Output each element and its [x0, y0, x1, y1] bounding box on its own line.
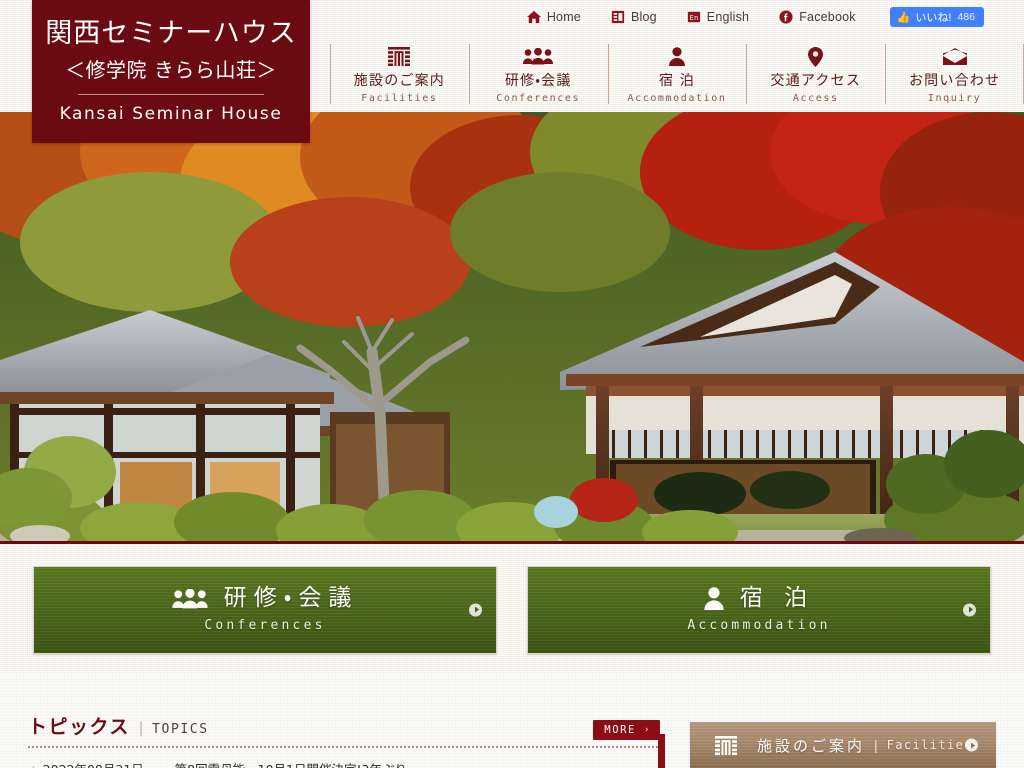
toplink-home-label: Home [546, 10, 581, 24]
nav-item-conferences-label-ja: 研修・会議 [504, 72, 572, 89]
facebook-icon [779, 10, 793, 24]
topic-date: 2022年08月31日 [43, 759, 175, 768]
building-icon [388, 47, 411, 67]
chevron-right-icon [963, 603, 976, 616]
facilities-banner-separator: | [874, 737, 878, 753]
nav-item-accommodation-label-ja: 宿 泊 [658, 72, 696, 89]
facilities-banner[interactable]: 施設のご案内 | Facilities [690, 722, 996, 768]
nav-item-access-label-en: Access [792, 92, 839, 104]
home-icon [526, 10, 541, 24]
nav-item-access[interactable]: 交通アクセス Access [746, 36, 885, 112]
nav-item-conferences[interactable]: 研修・会議 Conferences [468, 36, 608, 112]
logo-line-3: Kansai Seminar House [59, 103, 283, 124]
hero-image [0, 112, 1024, 544]
promo-band: 研修・会議 Conferences 宿 泊 Accommodation [0, 547, 1024, 672]
topics-more-label: MORE [604, 724, 636, 736]
main-navigation: 施設のご案内 Facilities 研修・会議 Conferences 宿 泊 … [330, 36, 1024, 112]
topics-header: トピックス | TOPICS MORE › [28, 712, 660, 740]
toplink-home[interactable]: Home [526, 10, 581, 24]
topics-more-button[interactable]: MORE › [593, 720, 660, 740]
topic-title: 第8回雲母能 10月1日開催決定!3年ぶり [175, 759, 407, 768]
nav-item-inquiry-label-ja: お問い合わせ [908, 72, 1001, 89]
envelope-icon [942, 47, 967, 67]
person-icon [704, 587, 724, 610]
toplink-blog[interactable]: Blog [611, 10, 657, 24]
chevron-right-icon [469, 603, 482, 616]
facebook-like-button[interactable]: 👍 いいね! 486 [889, 7, 984, 27]
nav-item-accommodation-label-en: Accommodation [627, 92, 727, 104]
promo-button-group: 研修・会議 Conferences 宿 泊 Accommodation [0, 547, 1024, 672]
hero-illustration [0, 112, 1024, 541]
homepage: Home Blog En English Facebook 👍 いいね! 486… [0, 0, 1024, 768]
nav-item-facilities[interactable]: 施設のご案内 Facilities [330, 36, 469, 112]
people-group-icon [171, 588, 208, 609]
promo-accommodation-row: 宿 泊 [704, 587, 814, 610]
promo-button-conferences[interactable]: 研修・会議 Conferences [33, 565, 497, 654]
chevron-right-icon: › [643, 725, 651, 735]
promo-conferences-row: 研修・会議 [171, 585, 359, 611]
logo-divider [78, 93, 264, 95]
chevron-right-icon [965, 738, 978, 752]
nav-item-facilities-label-ja: 施設のご案内 [353, 72, 445, 89]
thumbs-up-icon: 👍 [896, 11, 911, 24]
topics-title-en: TOPICS [152, 722, 209, 737]
topics-title-separator: | [138, 720, 144, 737]
toplink-english-label: English [706, 10, 750, 24]
nav-item-accommodation[interactable]: 宿 泊 Accommodation [607, 36, 747, 112]
topics-title-ja: トピックス [28, 716, 130, 738]
toplink-facebook[interactable]: Facebook [779, 10, 856, 24]
facilities-banner-label-ja: 施設のご案内 [757, 736, 866, 755]
nav-item-inquiry[interactable]: お問い合わせ Inquiry [885, 36, 1024, 112]
toplink-facebook-label: Facebook [799, 10, 856, 24]
facebook-like-count: 486 [957, 11, 975, 23]
person-icon [668, 47, 685, 67]
logo-line-2: ＜修学院 きらら山荘＞ [65, 57, 277, 82]
promo-accommodation-label-ja: 宿 泊 [739, 585, 815, 611]
logo-line-1: 関西セミナーハウス [45, 18, 297, 50]
building-icon [715, 735, 737, 755]
facebook-like-label: いいね! [915, 12, 952, 24]
nav-item-conferences-label-en: Conferences [496, 92, 581, 104]
promo-conferences-label-en: Conferences [204, 618, 326, 633]
map-pin-icon [808, 46, 824, 67]
toplink-english[interactable]: En English [687, 10, 749, 24]
promo-accommodation-label-en: Accommodation [687, 618, 831, 633]
blog-icon [611, 10, 625, 24]
nav-item-inquiry-label-en: Inquiry [927, 92, 982, 104]
svg-text:En: En [689, 14, 698, 22]
people-group-icon [523, 47, 554, 67]
site-logo[interactable]: 関西セミナーハウス ＜修学院 きらら山荘＞ Kansai Seminar Hou… [32, 0, 310, 143]
topic-list-item[interactable]: › 2022年08月31日 第8回雲母能 10月1日開催決定!3年ぶり [28, 748, 660, 768]
topics-section: トピックス | TOPICS MORE › › 2022年08月31日 第8回雲… [28, 712, 660, 768]
bullet-icon: › [32, 763, 36, 768]
site-header: Home Blog En English Facebook 👍 いいね! 486… [0, 0, 1024, 143]
promo-conferences-label-ja: 研修・会議 [223, 585, 359, 611]
nav-item-access-label-ja: 交通アクセス [770, 72, 862, 89]
english-icon: En [687, 10, 701, 24]
topics-scroll-accent [658, 734, 665, 768]
promo-button-accommodation[interactable]: 宿 泊 Accommodation [527, 565, 991, 654]
nav-item-facilities-label-en: Facilities [361, 92, 438, 104]
facilities-banner-label-en: Facilities [886, 738, 973, 752]
toplink-blog-label: Blog [630, 10, 657, 24]
